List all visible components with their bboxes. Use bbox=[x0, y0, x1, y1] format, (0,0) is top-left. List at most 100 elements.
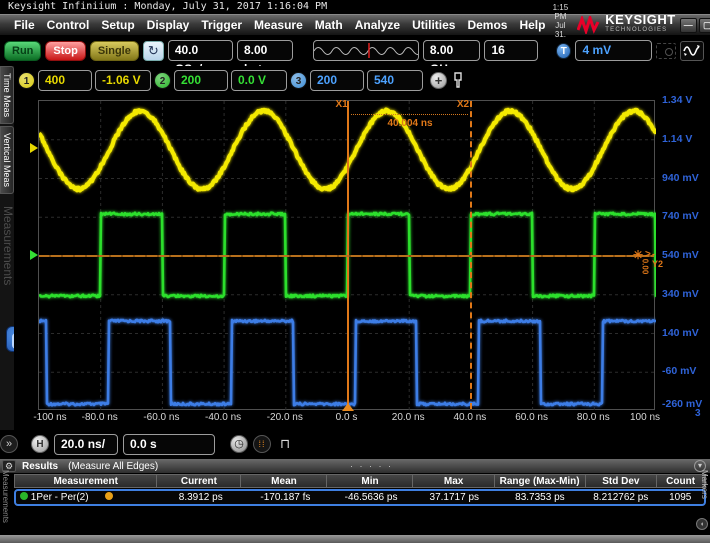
marker-y2-value: 0.00 bbox=[640, 259, 649, 275]
maximize-button[interactable]: ▢ bbox=[699, 18, 710, 33]
expand-panel-icon[interactable]: » bbox=[0, 435, 18, 453]
max-cell: 37.1717 ps bbox=[414, 491, 495, 505]
y-tick-label: 1.34 V bbox=[662, 94, 692, 106]
left-sidebar: Time Meas Vertical Meas Measurements bbox=[0, 66, 14, 456]
reference-point-icon[interactable]: ⁞⁞ bbox=[253, 435, 271, 453]
column-header[interactable]: Std Dev bbox=[586, 474, 658, 488]
stop-button[interactable]: Stop bbox=[45, 41, 85, 61]
cursor-x1-label: X1 bbox=[336, 99, 348, 110]
channel-2-ground-marker-icon[interactable] bbox=[30, 250, 38, 260]
cursor-delta-line bbox=[351, 114, 468, 115]
current-cell: 8.3912 ps bbox=[159, 491, 243, 505]
menu-measure[interactable]: Measure bbox=[248, 18, 309, 32]
memory-depth-field[interactable]: 8.00 kpts bbox=[237, 40, 293, 61]
horizontal-position-field[interactable]: 0.0 s bbox=[123, 434, 215, 455]
column-header[interactable]: Min bbox=[327, 474, 413, 488]
x-tick-label: 40.0 ns bbox=[453, 412, 486, 423]
menu-help[interactable]: Help bbox=[513, 18, 551, 32]
menu-analyze[interactable]: Analyze bbox=[349, 18, 406, 32]
results-header[interactable]: ⚙ Results (Measure All Edges) · · · · · … bbox=[0, 459, 710, 473]
channel-2-icon[interactable]: 2 bbox=[154, 72, 171, 89]
minimize-button[interactable]: — bbox=[680, 18, 697, 33]
mean-cell: -170.187 fs bbox=[243, 491, 329, 505]
bandwidth-field[interactable]: 8.00 GHz bbox=[423, 40, 481, 61]
window-title: Keysight Infiniium : Monday, July 31, 20… bbox=[8, 1, 327, 12]
results-table-row[interactable]: 1Per - Per(2) 8.3912 ps-170.187 fs-46.56… bbox=[14, 489, 706, 506]
probe-icon[interactable] bbox=[452, 71, 464, 89]
channel-1-icon[interactable]: 1 bbox=[18, 72, 35, 89]
channel-1-scale-field[interactable]: 400 mV/ bbox=[38, 70, 92, 91]
keysight-spark-icon bbox=[577, 16, 601, 34]
tab-time-meas[interactable]: Time Meas bbox=[0, 66, 14, 124]
results-table-header: MeasurementCurrentMeanMinMaxRange (Max-M… bbox=[14, 474, 706, 488]
column-header[interactable]: Max bbox=[413, 474, 494, 488]
y-tick-label: 940 mV bbox=[662, 172, 699, 184]
acquisition-preview[interactable] bbox=[313, 40, 419, 61]
timebase-field[interactable]: 20.0 ns/ bbox=[54, 434, 118, 455]
pin-icon[interactable]: ⊓ bbox=[280, 436, 290, 452]
horizontal-icon[interactable]: H bbox=[31, 435, 49, 453]
preview-waveform-icon bbox=[314, 41, 419, 60]
channel-1-offset-field[interactable]: -1.06 V bbox=[95, 70, 151, 91]
window-titlebar: Keysight Infiniium : Monday, July 31, 20… bbox=[0, 0, 710, 14]
channel-3-icon[interactable]: 3 bbox=[290, 72, 307, 89]
channel-3-offset-field[interactable]: 540 mV bbox=[367, 70, 423, 91]
channel-2-offset-field[interactable]: 0.0 V bbox=[231, 70, 287, 91]
column-header[interactable]: Range (Max-Min) bbox=[495, 474, 586, 488]
x-tick-label: 100 ns bbox=[630, 412, 660, 423]
marker-y2-line[interactable] bbox=[39, 255, 654, 257]
channel-bar: 1400 mV/-1.06 V2200 mV/0.0 V3200 mV/540 … bbox=[14, 66, 710, 94]
measurements-side-tab[interactable]: Measurements bbox=[1, 470, 10, 523]
panel-resize-icon[interactable]: ◖ bbox=[696, 518, 708, 530]
acquisition-toolbar: Run Stop Single ↻ 40.0 GSa/s 8.00 kpts 8… bbox=[0, 37, 710, 64]
menu-file[interactable]: File bbox=[8, 18, 41, 32]
zoom-region-icon[interactable] bbox=[656, 43, 676, 59]
x-tick-label: -40.0 ns bbox=[205, 412, 241, 423]
panel-drag-dots-icon[interactable]: · · · · · bbox=[350, 461, 393, 471]
x-axis-labels: -100 ns-80.0 ns-60.0 ns-40.0 ns-20.0 ns0… bbox=[38, 412, 655, 426]
bits-field[interactable]: 16 bbox=[484, 40, 538, 61]
x-tick-label: 60.0 ns bbox=[515, 412, 548, 423]
tab-vertical-meas[interactable]: Vertical Meas bbox=[0, 126, 14, 194]
min-cell: -46.5636 ps bbox=[328, 491, 414, 505]
y-tick-label: 540 mV bbox=[662, 249, 699, 261]
range-cell: 83.7353 ps bbox=[495, 491, 585, 505]
column-header[interactable]: Current bbox=[157, 474, 241, 488]
trigger-position-icon[interactable] bbox=[342, 403, 354, 411]
markers-side-tab[interactable]: Markers bbox=[700, 470, 709, 499]
x-tick-label: 20.0 ns bbox=[392, 412, 425, 423]
menu-items: FileControlSetupDisplayTriggerMeasureMat… bbox=[0, 18, 551, 32]
channel-1-ground-marker-icon[interactable] bbox=[30, 143, 38, 153]
menu-bar: FileControlSetupDisplayTriggerMeasureMat… bbox=[0, 14, 710, 36]
results-title: Results bbox=[22, 461, 58, 472]
menu-control[interactable]: Control bbox=[41, 18, 96, 32]
menu-trigger[interactable]: Trigger bbox=[195, 18, 248, 32]
measurement-name-cell: 1Per - Per(2) bbox=[16, 491, 159, 505]
waveform-plot[interactable]: X1 X2 40.004 ns ✳ > -Y2 0.00 bbox=[38, 100, 655, 410]
results-table: MeasurementCurrentMeanMinMaxRange (Max-M… bbox=[14, 474, 706, 506]
menu-utilities[interactable]: Utilities bbox=[406, 18, 461, 32]
measurement-warning-icon bbox=[105, 492, 113, 500]
window-bottom-edge bbox=[0, 535, 710, 543]
delay-dial-icon[interactable]: ◷ bbox=[230, 435, 248, 453]
single-button[interactable]: Single bbox=[90, 41, 139, 61]
sample-rate-field[interactable]: 40.0 GSa/s bbox=[168, 40, 233, 61]
menu-display[interactable]: Display bbox=[141, 18, 196, 32]
y-tick-label: 340 mV bbox=[662, 288, 699, 300]
clock-time: 1:15 PM bbox=[551, 3, 569, 21]
horizontal-bar: » H 20.0 ns/ 0.0 s ◷ ⁞⁞ ⊓ bbox=[0, 430, 710, 458]
trigger-icon[interactable]: T bbox=[556, 43, 571, 59]
menu-math[interactable]: Math bbox=[309, 18, 349, 32]
trigger-level-field[interactable]: 4 mV bbox=[575, 40, 652, 61]
menu-setup[interactable]: Setup bbox=[95, 18, 140, 32]
clear-display-icon[interactable]: ↻ bbox=[143, 41, 164, 61]
column-header[interactable]: Mean bbox=[241, 474, 327, 488]
waveform-tools-icon[interactable] bbox=[680, 41, 704, 61]
add-waveform-icon[interactable]: + bbox=[430, 72, 447, 89]
menu-demos[interactable]: Demos bbox=[461, 18, 513, 32]
run-button[interactable]: Run bbox=[4, 41, 41, 61]
channel-2-scale-field[interactable]: 200 mV/ bbox=[174, 70, 228, 91]
column-header[interactable]: Measurement bbox=[14, 474, 157, 488]
column-header[interactable]: Count bbox=[657, 474, 705, 488]
channel-3-scale-field[interactable]: 200 mV/ bbox=[310, 70, 364, 91]
